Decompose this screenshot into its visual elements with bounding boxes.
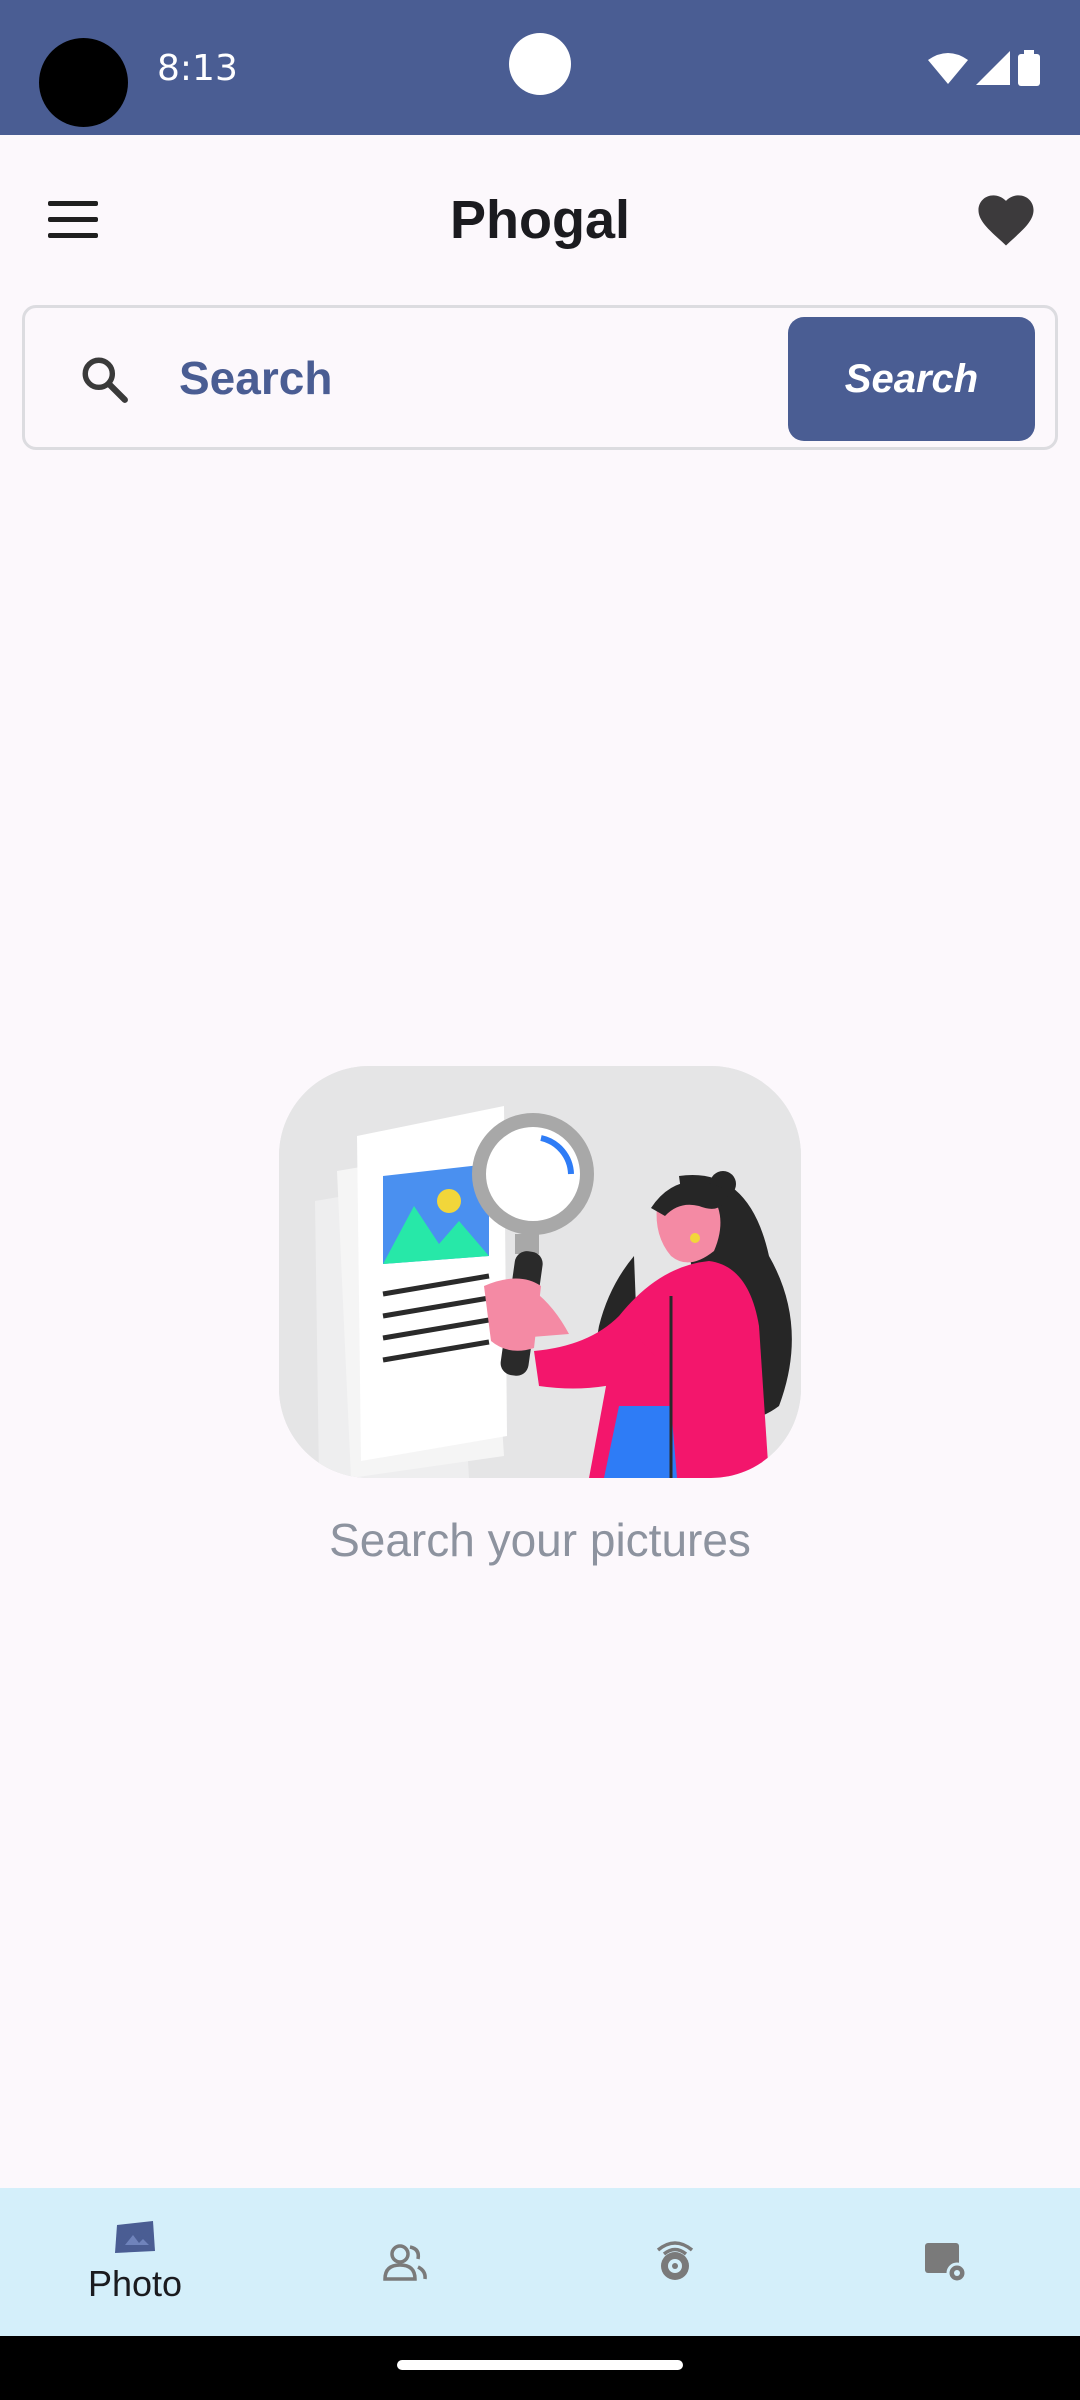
gesture-bar bbox=[0, 2336, 1080, 2400]
status-icons bbox=[928, 50, 1040, 86]
status-bar: 8:13 bbox=[0, 0, 1080, 135]
heart-icon[interactable] bbox=[978, 195, 1034, 247]
signal-icon bbox=[976, 51, 1010, 85]
search-button[interactable]: Search bbox=[788, 317, 1035, 441]
battery-icon bbox=[1018, 50, 1040, 86]
search-input[interactable] bbox=[179, 336, 779, 420]
settings-icon bbox=[925, 2243, 967, 2283]
photo-icon bbox=[115, 2221, 155, 2253]
search-icon bbox=[82, 357, 128, 403]
nav-label-photo: Photo bbox=[87, 2263, 183, 2304]
empty-state-message: Search your pictures bbox=[329, 1514, 751, 1566]
nav-item-camera[interactable] bbox=[540, 2188, 810, 2336]
search-illustration bbox=[279, 1066, 801, 1478]
camera-cutout bbox=[39, 38, 128, 127]
home-indicator[interactable] bbox=[397, 2360, 683, 2370]
people-icon bbox=[383, 2244, 427, 2281]
bottom-navigation: Photo bbox=[0, 2188, 1080, 2336]
camera-icon bbox=[656, 2241, 694, 2280]
nav-item-settings[interactable] bbox=[810, 2188, 1080, 2336]
page-title: Phogal bbox=[449, 190, 630, 250]
wifi-icon bbox=[928, 53, 968, 84]
front-camera-dot bbox=[509, 33, 571, 95]
status-time: 8:13 bbox=[157, 48, 238, 89]
search-bar: Search bbox=[22, 305, 1058, 450]
nav-item-photo[interactable]: Photo bbox=[0, 2188, 270, 2336]
app-bar: Phogal bbox=[0, 135, 1080, 305]
nav-item-people[interactable] bbox=[270, 2188, 540, 2336]
